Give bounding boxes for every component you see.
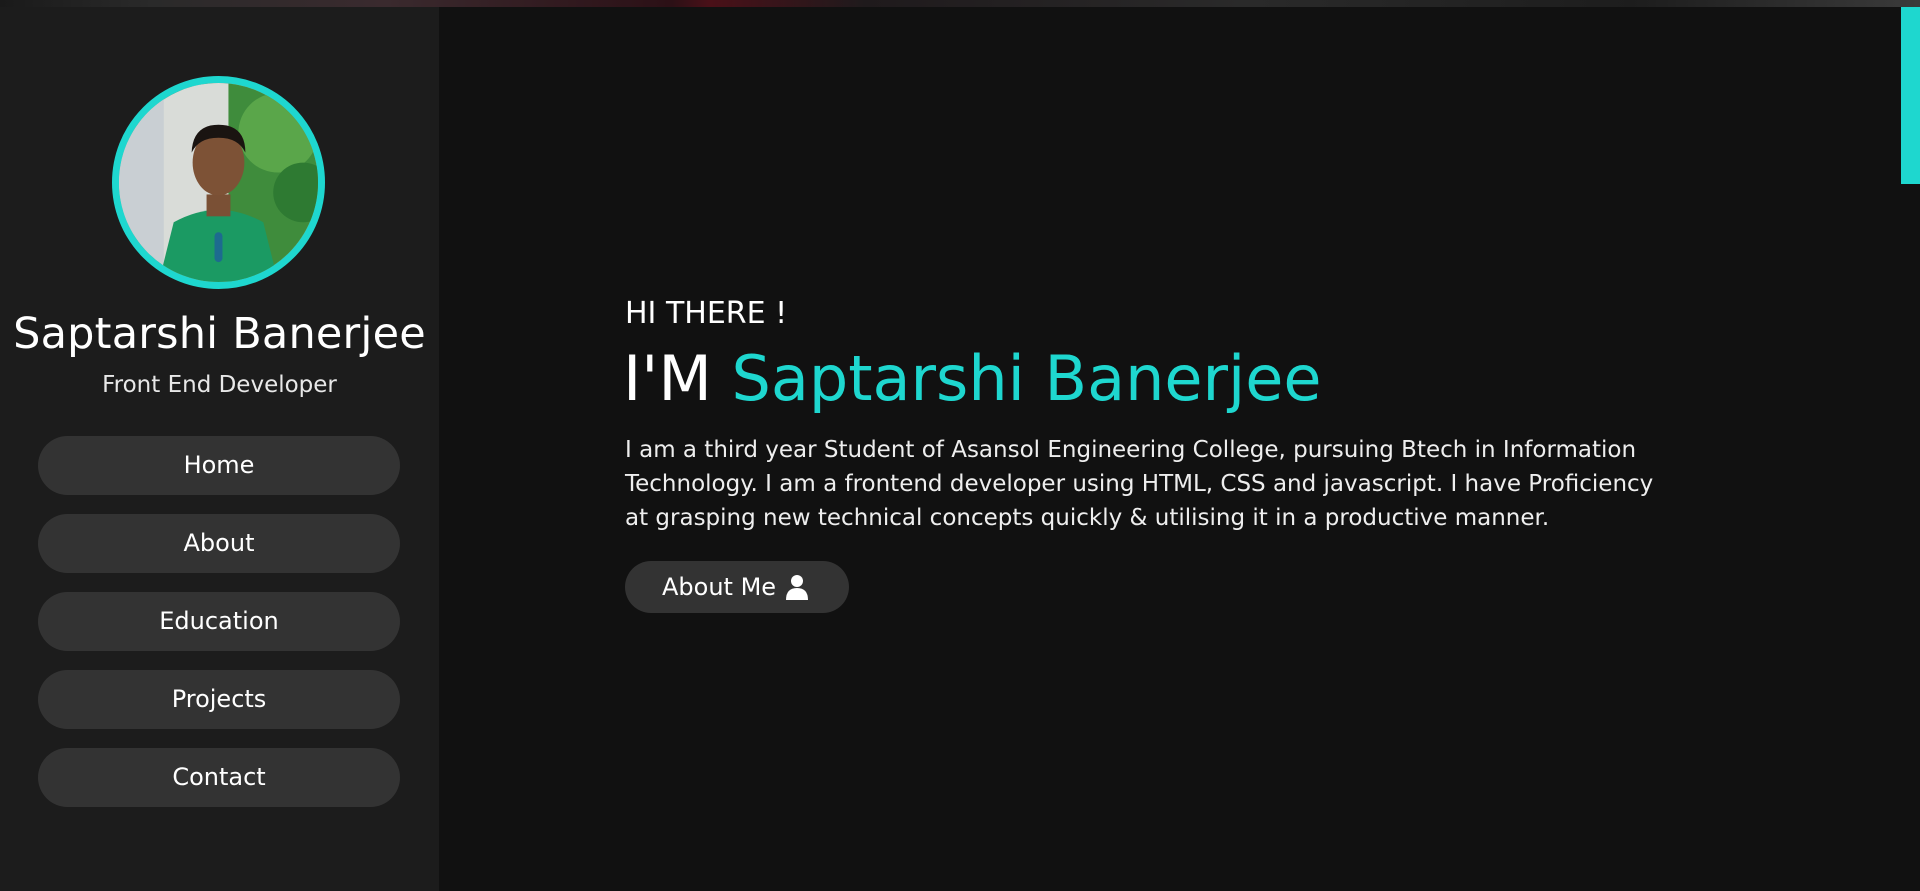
headline-name: Saptarshi Banerjee xyxy=(731,342,1322,415)
nav-contact-button[interactable]: Contact xyxy=(38,748,400,807)
headline-prefix: I'M xyxy=(623,342,732,415)
nav-home-button[interactable]: Home xyxy=(38,436,400,495)
sidebar-nav: Home About Education Projects Contact xyxy=(38,436,400,826)
avatar xyxy=(112,76,325,289)
sidebar: Saptarshi Banerjee Front End Developer H… xyxy=(0,7,439,891)
user-icon xyxy=(786,575,808,600)
about-me-label: About Me xyxy=(662,573,777,601)
hero-bio: I am a third year Student of Asansol Eng… xyxy=(625,437,1654,531)
about-me-button[interactable]: About Me xyxy=(625,561,849,613)
nav-projects-button[interactable]: Projects xyxy=(38,670,400,729)
nav-about-button[interactable]: About xyxy=(38,514,400,573)
profile-photo xyxy=(119,83,318,282)
scrollbar-thumb[interactable] xyxy=(1901,7,1920,184)
profile-name: Saptarshi Banerjee xyxy=(13,309,426,359)
top-strip xyxy=(0,0,1920,7)
nav-education-button[interactable]: Education xyxy=(38,592,400,651)
profile-role: Front End Developer xyxy=(102,372,337,398)
hero-headline: I'M Saptarshi Banerjee xyxy=(623,342,1322,415)
hero-greeting: HI THERE ! xyxy=(625,296,788,331)
